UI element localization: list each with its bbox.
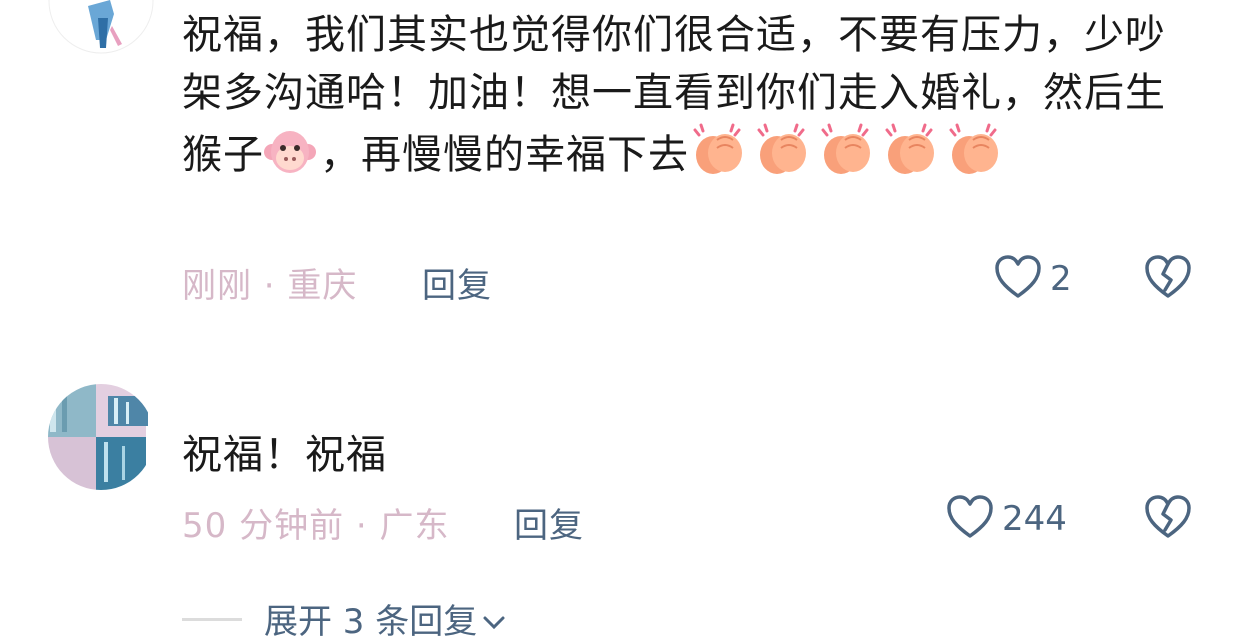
avatar[interactable]: [48, 384, 154, 490]
clapping-hands-icon: [689, 122, 749, 176]
like-button[interactable]: 244: [946, 494, 1067, 544]
broken-heart-icon: [1144, 255, 1192, 304]
comment-text: 祝福！祝福: [182, 432, 387, 478]
like-count: 244: [1002, 499, 1067, 539]
dislike-button[interactable]: [1144, 254, 1192, 304]
heart-outline-icon: [946, 494, 994, 544]
comment-meta: 50 分钟前 · 广东: [182, 506, 450, 546]
heart-outline-icon: [994, 254, 1042, 304]
clapping-hands-icon: [945, 122, 1005, 176]
clapping-hands-icon: [881, 122, 941, 176]
avatar[interactable]: [48, 0, 154, 54]
reply-button[interactable]: 回复: [422, 258, 492, 307]
clapping-hands-icon: [817, 122, 877, 176]
chevron-down-icon: [481, 602, 507, 642]
expand-replies-label: 展开 3 条回复: [264, 602, 478, 642]
reply-button[interactable]: 回复: [514, 498, 584, 547]
monkey-face-icon: [264, 128, 316, 176]
dislike-button[interactable]: [1144, 494, 1192, 544]
clapping-hands-icon: [753, 122, 813, 176]
comment-text: 祝福，我们其实也觉得你们很合适，不要有压力，少吵架多沟通哈！加油！想一直看到你们…: [182, 12, 1166, 178]
like-count: 2: [1050, 259, 1072, 299]
comment-meta: 刚刚 · 重庆: [182, 266, 358, 306]
broken-heart-icon: [1144, 495, 1192, 544]
like-button[interactable]: 2: [994, 254, 1072, 304]
expand-replies-button[interactable]: 展开 3 条回复: [264, 594, 507, 643]
